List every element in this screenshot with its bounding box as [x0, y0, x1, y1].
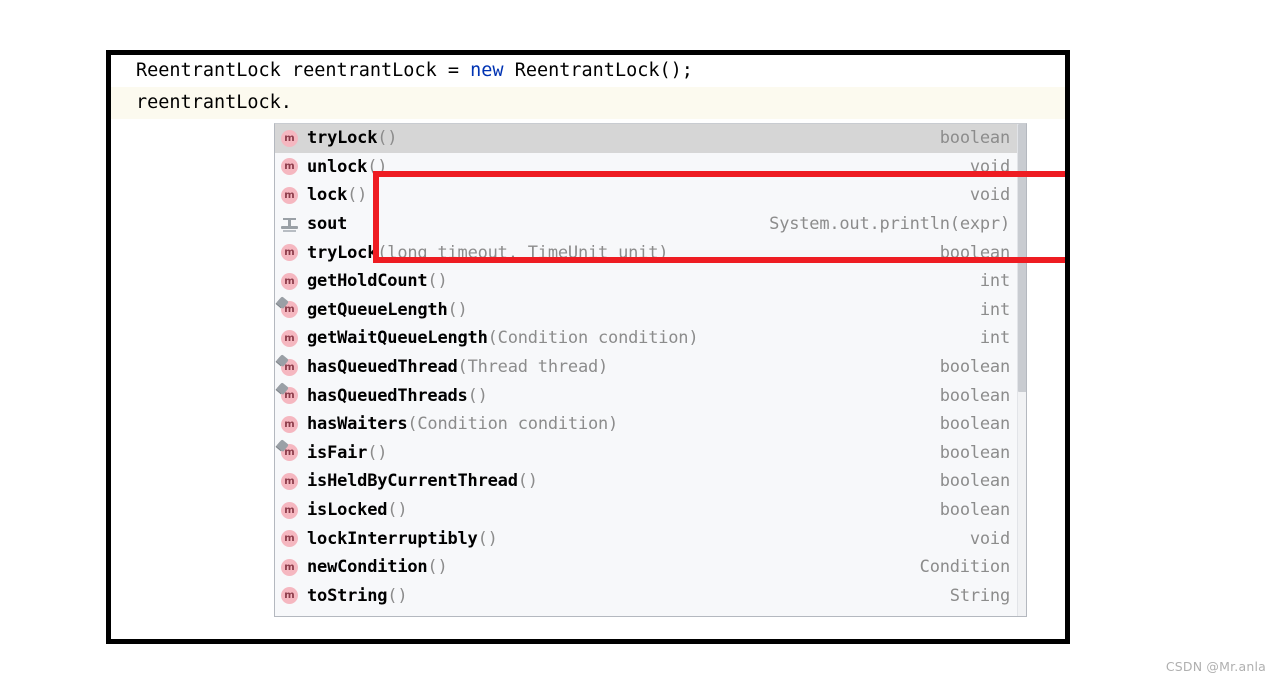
completion-item-type: boolean — [939, 500, 1010, 521]
completion-item-name: hasWaiters — [307, 414, 408, 435]
completion-item-name: hasQueuedThread — [307, 357, 458, 378]
completion-item-type: void — [969, 528, 1010, 549]
completion-item-name: getQueueLength — [307, 299, 448, 320]
completion-item-name: isLocked — [307, 500, 388, 521]
completion-item-params: () — [347, 185, 368, 206]
editor-frame: ReentrantLock reentrantLock = new Reentr… — [106, 50, 1070, 644]
screenshot-root: ReentrantLock reentrantLock = new Reentr… — [0, 0, 1274, 684]
completion-item-params: () — [387, 500, 408, 521]
completion-item-params: () — [367, 442, 388, 463]
completion-item-name: tryLock — [307, 128, 378, 149]
completion-item[interactable]: m isFair() boolean — [275, 439, 1026, 468]
completion-item-name: getHoldCount — [307, 271, 428, 292]
watermark: CSDN @Mr.anla — [1165, 659, 1266, 674]
code-editor[interactable]: ReentrantLock reentrantLock = new Reentr… — [111, 55, 1065, 119]
method-icon: m — [281, 272, 298, 290]
method-icon: m — [281, 530, 298, 548]
completion-item[interactable]: m isHeldByCurrentThread() boolean — [275, 467, 1026, 496]
completion-list[interactable]: m tryLock() boolean m unlock() void m lock() voi… — [275, 124, 1026, 610]
completion-item-name: unlock — [307, 156, 368, 177]
completion-item-type: boolean — [939, 471, 1010, 492]
method-icon: m — [281, 558, 298, 576]
completion-item[interactable]: m hasQueuedThreads() boolean — [275, 381, 1026, 410]
method-icon: m — [281, 129, 298, 147]
code-line-1-suffix: ReentrantLock(); — [503, 60, 693, 81]
completion-item-name: sout — [307, 214, 348, 235]
completion-item-params: (Thread thread) — [457, 357, 609, 378]
completion-item-name: hasQueuedThreads — [307, 385, 468, 406]
popup-scrollbar-thumb[interactable] — [1018, 124, 1026, 392]
completion-item[interactable]: m tryLock() boolean — [275, 124, 1026, 153]
completion-item-params: (Condition condition) — [487, 328, 699, 349]
code-line-1[interactable]: ReentrantLock reentrantLock = new Reentr… — [111, 55, 1065, 87]
method-final-icon: m — [281, 358, 298, 376]
completion-item-type: boolean — [939, 414, 1010, 435]
completion-item[interactable]: m getHoldCount() int — [275, 267, 1026, 296]
completion-item-type: boolean — [939, 442, 1010, 463]
completion-item-params: () — [477, 528, 498, 549]
completion-item[interactable]: m getQueueLength() int — [275, 296, 1026, 325]
code-completion-popup[interactable]: m tryLock() boolean m unlock() void m lock() voi… — [274, 123, 1027, 617]
completion-item[interactable]: m newCondition() Condition — [275, 553, 1026, 582]
completion-item-type: int — [979, 328, 1010, 349]
method-icon: m — [281, 415, 298, 433]
completion-item-params: (long timeout, TimeUnit unit) — [377, 242, 669, 263]
completion-item-type: boolean — [939, 128, 1010, 149]
completion-item-name: lockInterruptibly — [307, 528, 478, 549]
popup-scrollbar-track[interactable] — [1017, 124, 1026, 616]
completion-item-type: boolean — [939, 242, 1010, 263]
completion-item-type: String — [949, 585, 1010, 606]
code-line-2[interactable]: reentrantLock. — [111, 87, 1065, 119]
completion-item-name: lock — [307, 185, 348, 206]
method-icon: m — [281, 158, 298, 176]
completion-item-type: void — [969, 185, 1010, 206]
completion-item[interactable]: m lockInterruptibly() void — [275, 524, 1026, 553]
completion-item-params: () — [377, 128, 398, 149]
completion-item[interactable]: m hasQueuedThread (Thread thread) boolean — [275, 353, 1026, 382]
completion-item-type: boolean — [939, 357, 1010, 378]
completion-item[interactable]: m tryLock (long timeout, TimeUnit unit) boo… — [275, 238, 1026, 267]
method-icon: m — [281, 186, 298, 204]
completion-item-type: Condition — [919, 557, 1011, 578]
method-final-icon: m — [281, 301, 298, 319]
method-icon: m — [281, 501, 298, 519]
completion-item-params: () — [517, 471, 538, 492]
completion-item-name: isHeldByCurrentThread — [307, 471, 518, 492]
keyword-new: new — [470, 60, 504, 81]
completion-item-name: toString — [307, 585, 388, 606]
completion-item[interactable]: sout System.out.println(expr) — [275, 210, 1026, 239]
completion-item-name: isFair — [307, 442, 368, 463]
completion-item[interactable]: m hasWaiters (Condition condition) boolean — [275, 410, 1026, 439]
completion-item[interactable]: m lock() void — [275, 181, 1026, 210]
completion-item-params: () — [467, 385, 488, 406]
completion-item[interactable]: m toString() String — [275, 582, 1026, 611]
completion-item-type: void — [969, 156, 1010, 177]
completion-item[interactable]: m getWaitQueueLength (Condition condition)… — [275, 324, 1026, 353]
code-line-1-prefix: ReentrantLock reentrantLock = — [136, 60, 471, 81]
completion-item-name: newCondition — [307, 557, 428, 578]
completion-item-type: System.out.println(expr) — [769, 214, 1010, 235]
completion-item-params: () — [447, 299, 468, 320]
method-icon: m — [281, 587, 298, 605]
method-final-icon: m — [281, 444, 298, 462]
completion-item-params: (Condition condition) — [407, 414, 619, 435]
completion-item[interactable]: m unlock() void — [275, 153, 1026, 182]
completion-item-type: int — [979, 271, 1010, 292]
completion-item-type: boolean — [939, 385, 1010, 406]
completion-item-params: () — [367, 156, 388, 177]
completion-item-type: int — [979, 299, 1010, 320]
completion-item[interactable]: m isLocked() boolean — [275, 496, 1026, 525]
completion-item-params: () — [387, 585, 408, 606]
method-icon: m — [281, 472, 298, 490]
code-line-2-text: reentrantLock. — [136, 92, 292, 113]
method-icon: m — [281, 329, 298, 347]
completion-item-params: () — [427, 271, 448, 292]
method-final-icon: m — [281, 387, 298, 405]
completion-item-name: getWaitQueueLength — [307, 328, 488, 349]
method-icon: m — [281, 244, 298, 262]
completion-item-params: () — [427, 557, 448, 578]
live-template-icon — [281, 216, 298, 233]
completion-item-name: tryLock — [307, 242, 378, 263]
